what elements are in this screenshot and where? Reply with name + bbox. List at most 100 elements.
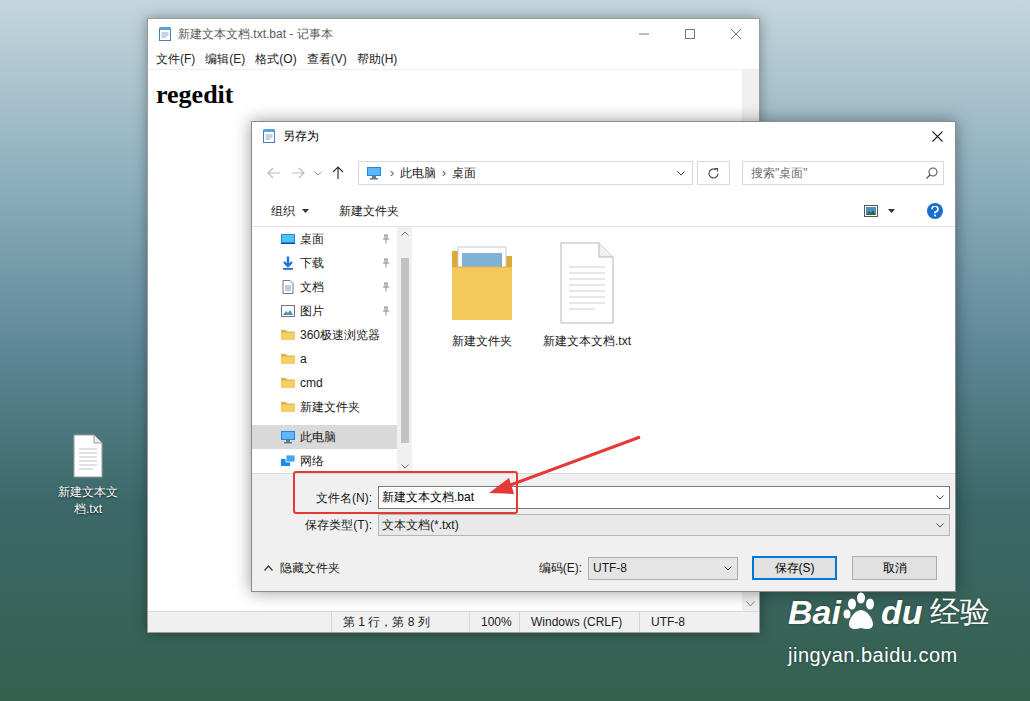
breadcrumb-separator[interactable]: › xyxy=(436,164,452,182)
status-bar: 第 1 行，第 8 列100%Windows (CRLF)UTF-8 xyxy=(148,611,759,632)
pin-icon[interactable] xyxy=(381,234,391,244)
desktop-file[interactable]: 新建文本文档.txt xyxy=(50,434,126,518)
desktop-file-label: 新建文本文档.txt xyxy=(56,484,120,518)
navigation-pane: 桌面下载文档图片360极速浏览器acmd新建文件夹此电脑网络 xyxy=(252,227,412,473)
annotation-arrow-icon xyxy=(0,0,1030,701)
breadcrumb-item[interactable]: 桌面 xyxy=(452,164,476,182)
watermark: Bai du 经验 jingyan.baidu.com xyxy=(788,590,990,668)
text-file-icon xyxy=(555,241,619,325)
menu-bar: 文件(F)编辑(E)格式(O)查看(V)帮助(H) xyxy=(148,49,759,69)
menu-item[interactable]: 帮助(H) xyxy=(352,49,403,69)
address-bar[interactable]: ›此电脑›桌面 xyxy=(358,161,693,185)
folder-icon xyxy=(280,399,296,415)
command-bar: 组织 新建文件夹 xyxy=(252,196,955,226)
file-item[interactable]: 新建文件夹 xyxy=(432,241,532,349)
maximize-icon[interactable] xyxy=(667,19,713,49)
hide-folders-toggle[interactable]: 隐藏文件夹 xyxy=(264,559,340,577)
refresh-icon[interactable] xyxy=(697,161,730,185)
status-cell: Windows (CRLF) xyxy=(519,612,639,632)
notepad-icon xyxy=(261,128,277,144)
file-item[interactable]: 新建文本文档.txt xyxy=(537,241,637,349)
dialog-footer: 隐藏文件夹 编码(E): UTF-8 保存(S) 取消 xyxy=(252,545,955,591)
navigation-item[interactable]: 此电脑 xyxy=(252,425,397,449)
forward-arrow-icon[interactable] xyxy=(286,161,310,185)
encoding-select[interactable]: UTF-8 xyxy=(588,557,738,580)
file-list: 新建文件夹新建文本文档.txt xyxy=(412,227,955,473)
filename-history-icon[interactable] xyxy=(931,495,949,500)
address-chevron-icon[interactable] xyxy=(670,162,692,184)
menu-item[interactable]: 查看(V) xyxy=(302,49,352,69)
notepad-icon xyxy=(157,26,173,42)
navigation-item[interactable]: cmd xyxy=(252,371,397,395)
view-options-icon[interactable] xyxy=(861,201,881,221)
paw-icon xyxy=(843,592,879,632)
menu-item[interactable]: 编辑(E) xyxy=(200,49,250,69)
organize-button[interactable]: 组织 xyxy=(266,200,314,222)
title-bar: 新建文本文档.txt.bat - 记事本 xyxy=(148,19,759,49)
filetype-label: 保存类型(T): xyxy=(252,516,372,534)
view-dropdown-icon[interactable] xyxy=(885,201,897,221)
scrollbar-thumb[interactable] xyxy=(401,258,409,443)
encoding-chevron-icon[interactable] xyxy=(719,566,737,571)
menu-item[interactable]: 文件(F) xyxy=(151,49,200,69)
folder-icon xyxy=(280,327,296,343)
navigation-item[interactable]: 下载 xyxy=(252,251,397,275)
filename-field[interactable] xyxy=(378,486,950,509)
breadcrumb-item[interactable]: 此电脑 xyxy=(400,164,436,182)
network-icon xyxy=(280,453,296,469)
menu-item[interactable]: 格式(O) xyxy=(250,49,301,69)
navigation-item[interactable]: 360极速浏览器 xyxy=(252,323,397,347)
close-icon[interactable] xyxy=(713,19,759,49)
navigation-bar: ›此电脑›桌面 xyxy=(252,150,955,196)
navigation-item[interactable]: 图片 xyxy=(252,299,397,323)
desktop-icon xyxy=(280,231,296,247)
encoding-label: 编码(E): xyxy=(539,559,582,577)
up-arrow-icon[interactable] xyxy=(326,161,350,185)
minimize-icon[interactable] xyxy=(621,19,667,49)
text-file-icon xyxy=(71,434,105,478)
pin-icon[interactable] xyxy=(381,306,391,316)
navigation-item[interactable]: 文档 xyxy=(252,275,397,299)
dialog-title: 另存为 xyxy=(283,127,319,145)
save-as-dialog: 另存为 ›此电脑›桌面 xyxy=(251,121,956,592)
status-cell: 100% xyxy=(469,612,519,632)
close-icon[interactable] xyxy=(919,122,955,150)
navigation-item[interactable]: a xyxy=(252,347,397,371)
filetype-select[interactable]: 文本文档(*.txt) xyxy=(378,514,950,536)
new-folder-button[interactable]: 新建文件夹 xyxy=(334,200,404,222)
back-arrow-icon[interactable] xyxy=(262,161,286,185)
navigation-item[interactable]: 网络 xyxy=(252,449,397,473)
history-chevron-icon[interactable] xyxy=(310,161,326,185)
dialog-title-bar: 另存为 xyxy=(252,122,955,150)
breadcrumb-separator[interactable]: › xyxy=(384,164,400,182)
browser-body: 桌面下载文档图片360极速浏览器acmd新建文件夹此电脑网络 新建文件夹新建文本… xyxy=(252,226,955,473)
annotation-box xyxy=(293,471,518,514)
window-title: 新建文本文档.txt.bat - 记事本 xyxy=(178,25,333,43)
desktop: 新建文本文档.txt xyxy=(50,434,126,518)
navigation-item[interactable]: 新建文件夹 xyxy=(252,395,397,419)
search-icon[interactable] xyxy=(921,167,943,179)
cancel-button[interactable]: 取消 xyxy=(852,556,937,580)
search-input[interactable] xyxy=(743,162,921,184)
help-icon[interactable] xyxy=(927,203,943,219)
computer-icon xyxy=(366,165,382,181)
folder-icon xyxy=(280,375,296,391)
pin-icon[interactable] xyxy=(381,282,391,292)
navigation-item[interactable]: 桌面 xyxy=(252,227,397,251)
search-box[interactable] xyxy=(742,161,944,185)
picture-icon xyxy=(280,303,296,319)
download-icon xyxy=(280,255,296,271)
status-cell: UTF-8 xyxy=(639,612,759,632)
pc-icon xyxy=(280,429,296,445)
file-fields: 文件名(N): 保存类型(T): 文本文档(*.txt) xyxy=(252,473,955,545)
folder-icon xyxy=(280,351,296,367)
folder-icon xyxy=(450,241,514,325)
pin-icon[interactable] xyxy=(381,258,391,268)
status-cell: 第 1 行，第 8 列 xyxy=(331,612,469,632)
document-text: regedit xyxy=(156,80,234,109)
tree-scrollbar[interactable] xyxy=(397,227,412,473)
document-icon xyxy=(280,279,296,295)
filename-input[interactable] xyxy=(379,487,931,508)
save-button[interactable]: 保存(S) xyxy=(752,556,837,580)
filetype-chevron-icon[interactable] xyxy=(931,523,949,528)
